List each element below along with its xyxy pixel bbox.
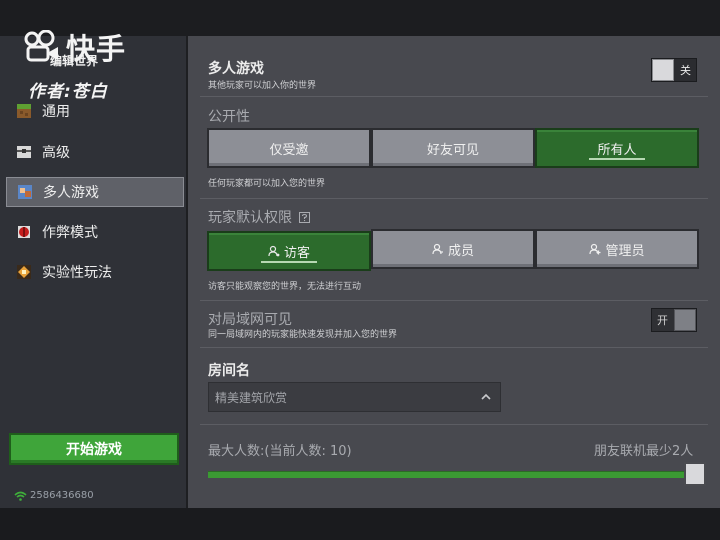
visibility-option-friends[interactable]: 好友可见 (371, 128, 535, 168)
toggle-state-label: 关 (680, 64, 691, 77)
redstone-icon (18, 226, 30, 238)
kuaishou-logo-icon (24, 30, 58, 62)
permission-option-label: 管理员 (605, 243, 645, 259)
sidebar-item-experiments[interactable]: 实验性玩法 (6, 257, 184, 287)
multiplayer-toggle[interactable]: 关 (651, 58, 697, 82)
room-name-title: 房间名 (208, 363, 250, 379)
permission-option-label: 成员 (447, 243, 474, 259)
max-players-label: 最大人数:(当前人数: 10) (208, 444, 352, 459)
chevron-up-icon (481, 393, 491, 400)
sidebar-item-cheats[interactable]: 作弊模式 (6, 217, 184, 247)
help-icon[interactable] (299, 212, 311, 223)
window-bottom-bar (0, 508, 720, 540)
players-icon (18, 185, 32, 199)
toggle-state-label: 开 (657, 314, 668, 327)
visibility-option-label: 所有人 (597, 142, 637, 158)
visibility-option-everyone[interactable]: 所有人 (535, 128, 699, 168)
permission-option-member[interactable]: 成员 (371, 229, 535, 269)
visitor-icon (268, 245, 280, 257)
permission-option-visitor[interactable]: 访客 (207, 231, 371, 271)
multiplayer-subtitle: 其他玩家可以加入你的世界 (208, 81, 317, 91)
chest-icon (17, 146, 31, 158)
grass-block-icon (17, 104, 31, 118)
room-name-value: 精美建筑欣赏 (215, 390, 288, 405)
sidebar-item-label: 多人游戏 (43, 185, 99, 201)
settings-panel (188, 36, 720, 508)
toggle-knob (652, 59, 674, 81)
divider (200, 198, 708, 199)
permission-title-text: 玩家默认权限 (208, 210, 292, 226)
lan-subtitle: 同一局域网内的玩家能快速发现并加入您的世界 (208, 330, 398, 340)
experiment-icon (17, 265, 31, 279)
sidebar-item-label: 作弊模式 (42, 225, 98, 241)
permission-option-operator[interactable]: 管理员 (535, 229, 699, 269)
divider (200, 300, 708, 301)
watermark-author: 作者:苍白 (28, 82, 108, 102)
multiplayer-title: 多人游戏 (208, 61, 264, 77)
start-game-button[interactable]: 开始游戏 (9, 433, 179, 465)
divider (200, 424, 708, 425)
permission-hint: 访客只能观察您的世界，无法进行互动 (208, 282, 362, 292)
toggle-knob (674, 309, 696, 331)
max-players-slider-knob[interactable] (684, 462, 706, 486)
room-name-field[interactable]: 精美建筑欣赏 (208, 382, 501, 412)
wifi-icon (14, 491, 27, 501)
max-players-note: 朋友联机最少2人 (594, 444, 694, 459)
sidebar-item-label: 高级 (42, 145, 70, 161)
watermark-brand: 快手 (66, 32, 127, 66)
sidebar-item-advanced[interactable]: 高级 (6, 137, 184, 167)
divider (200, 347, 708, 348)
lan-title: 对局域网可见 (208, 312, 292, 328)
server-id: 2586436680 (30, 490, 94, 501)
permission-option-label: 访客 (283, 245, 310, 261)
sidebar-item-label: 实验性玩法 (42, 265, 112, 281)
selected-underline (589, 158, 645, 160)
member-icon (432, 243, 443, 255)
visibility-title: 公开性 (208, 109, 250, 125)
selected-underline (261, 261, 317, 263)
operator-icon (589, 243, 601, 255)
lan-toggle[interactable]: 开 (651, 308, 697, 332)
visibility-option-invite-only[interactable]: 仅受邀 (207, 128, 371, 168)
divider (200, 96, 708, 97)
sidebar-item-multiplayer[interactable]: 多人游戏 (6, 177, 184, 207)
permission-title: 玩家默认权限 (208, 207, 311, 227)
visibility-hint: 任何玩家都可以加入您的世界 (208, 179, 326, 189)
sidebar-item-label: 通用 (42, 104, 70, 120)
max-players-slider-track[interactable] (208, 471, 686, 478)
